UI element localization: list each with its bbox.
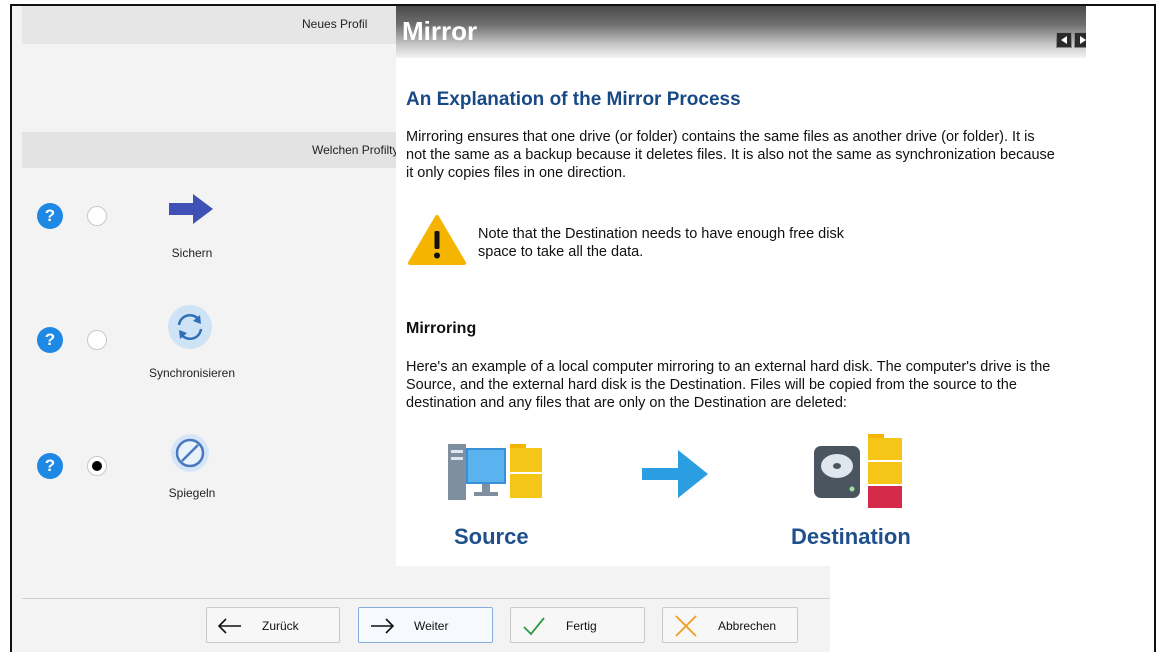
option-label-synchronisieren: Synchronisieren bbox=[148, 366, 236, 380]
option-label-sichern: Sichern bbox=[171, 246, 213, 260]
source-label: Source bbox=[454, 524, 529, 549]
help-window-title: Mirror bbox=[402, 16, 478, 46]
help-icon[interactable]: ? bbox=[37, 327, 63, 353]
cross-icon bbox=[675, 615, 697, 637]
finish-button[interactable]: Fertig bbox=[510, 607, 645, 643]
finish-button-label: Fertig bbox=[566, 619, 597, 633]
wizard-title: Neues Profil bbox=[302, 17, 368, 31]
next-button[interactable]: Weiter bbox=[358, 607, 493, 643]
back-button-label: Zurück bbox=[262, 619, 299, 633]
wizard-question-label: Welchen Profiltyp bbox=[312, 143, 406, 157]
checkmark-icon bbox=[523, 617, 545, 636]
help-window: Mirror An Explanation of the Mirror Proc… bbox=[396, 6, 1086, 566]
forward-nav-icon[interactable] bbox=[1074, 32, 1086, 48]
cancel-button-label: Abbrechen bbox=[718, 619, 777, 633]
section-text: Here's an example of a local computer mi… bbox=[406, 359, 1051, 411]
arrow-right-icon bbox=[642, 450, 708, 498]
help-titlebar: Mirror bbox=[396, 6, 1086, 58]
section-title: Mirroring bbox=[406, 320, 477, 337]
radio-sichern[interactable] bbox=[87, 206, 107, 226]
help-heading: An Explanation of the Mirror Process bbox=[406, 89, 741, 110]
help-intro-text: Mirroring ensures that one drive (or fol… bbox=[406, 129, 1055, 181]
warning-icon bbox=[408, 215, 466, 265]
next-button-label: Weiter bbox=[414, 619, 449, 633]
help-note-text: Note that the Destination needs to have … bbox=[478, 226, 844, 260]
computer-icon bbox=[448, 444, 542, 500]
arrow-left-icon bbox=[217, 618, 241, 634]
back-nav-icon[interactable] bbox=[1056, 32, 1072, 48]
sync-icon bbox=[168, 305, 212, 349]
destination-label: Destination bbox=[791, 524, 911, 549]
radio-spiegeln[interactable] bbox=[87, 456, 107, 476]
cancel-button[interactable]: Abbrechen bbox=[662, 607, 798, 643]
footer-divider bbox=[22, 598, 830, 599]
arrow-right-icon bbox=[371, 618, 395, 634]
back-button[interactable]: Zurück bbox=[206, 607, 340, 643]
hard-disk-icon bbox=[814, 434, 902, 508]
arrow-right-icon bbox=[169, 194, 213, 224]
option-label-spiegeln: Spiegeln bbox=[168, 486, 216, 500]
radio-synchronisieren[interactable] bbox=[87, 330, 107, 350]
help-icon[interactable]: ? bbox=[37, 203, 63, 229]
mirror-icon bbox=[171, 434, 209, 472]
help-icon[interactable]: ? bbox=[37, 453, 63, 479]
